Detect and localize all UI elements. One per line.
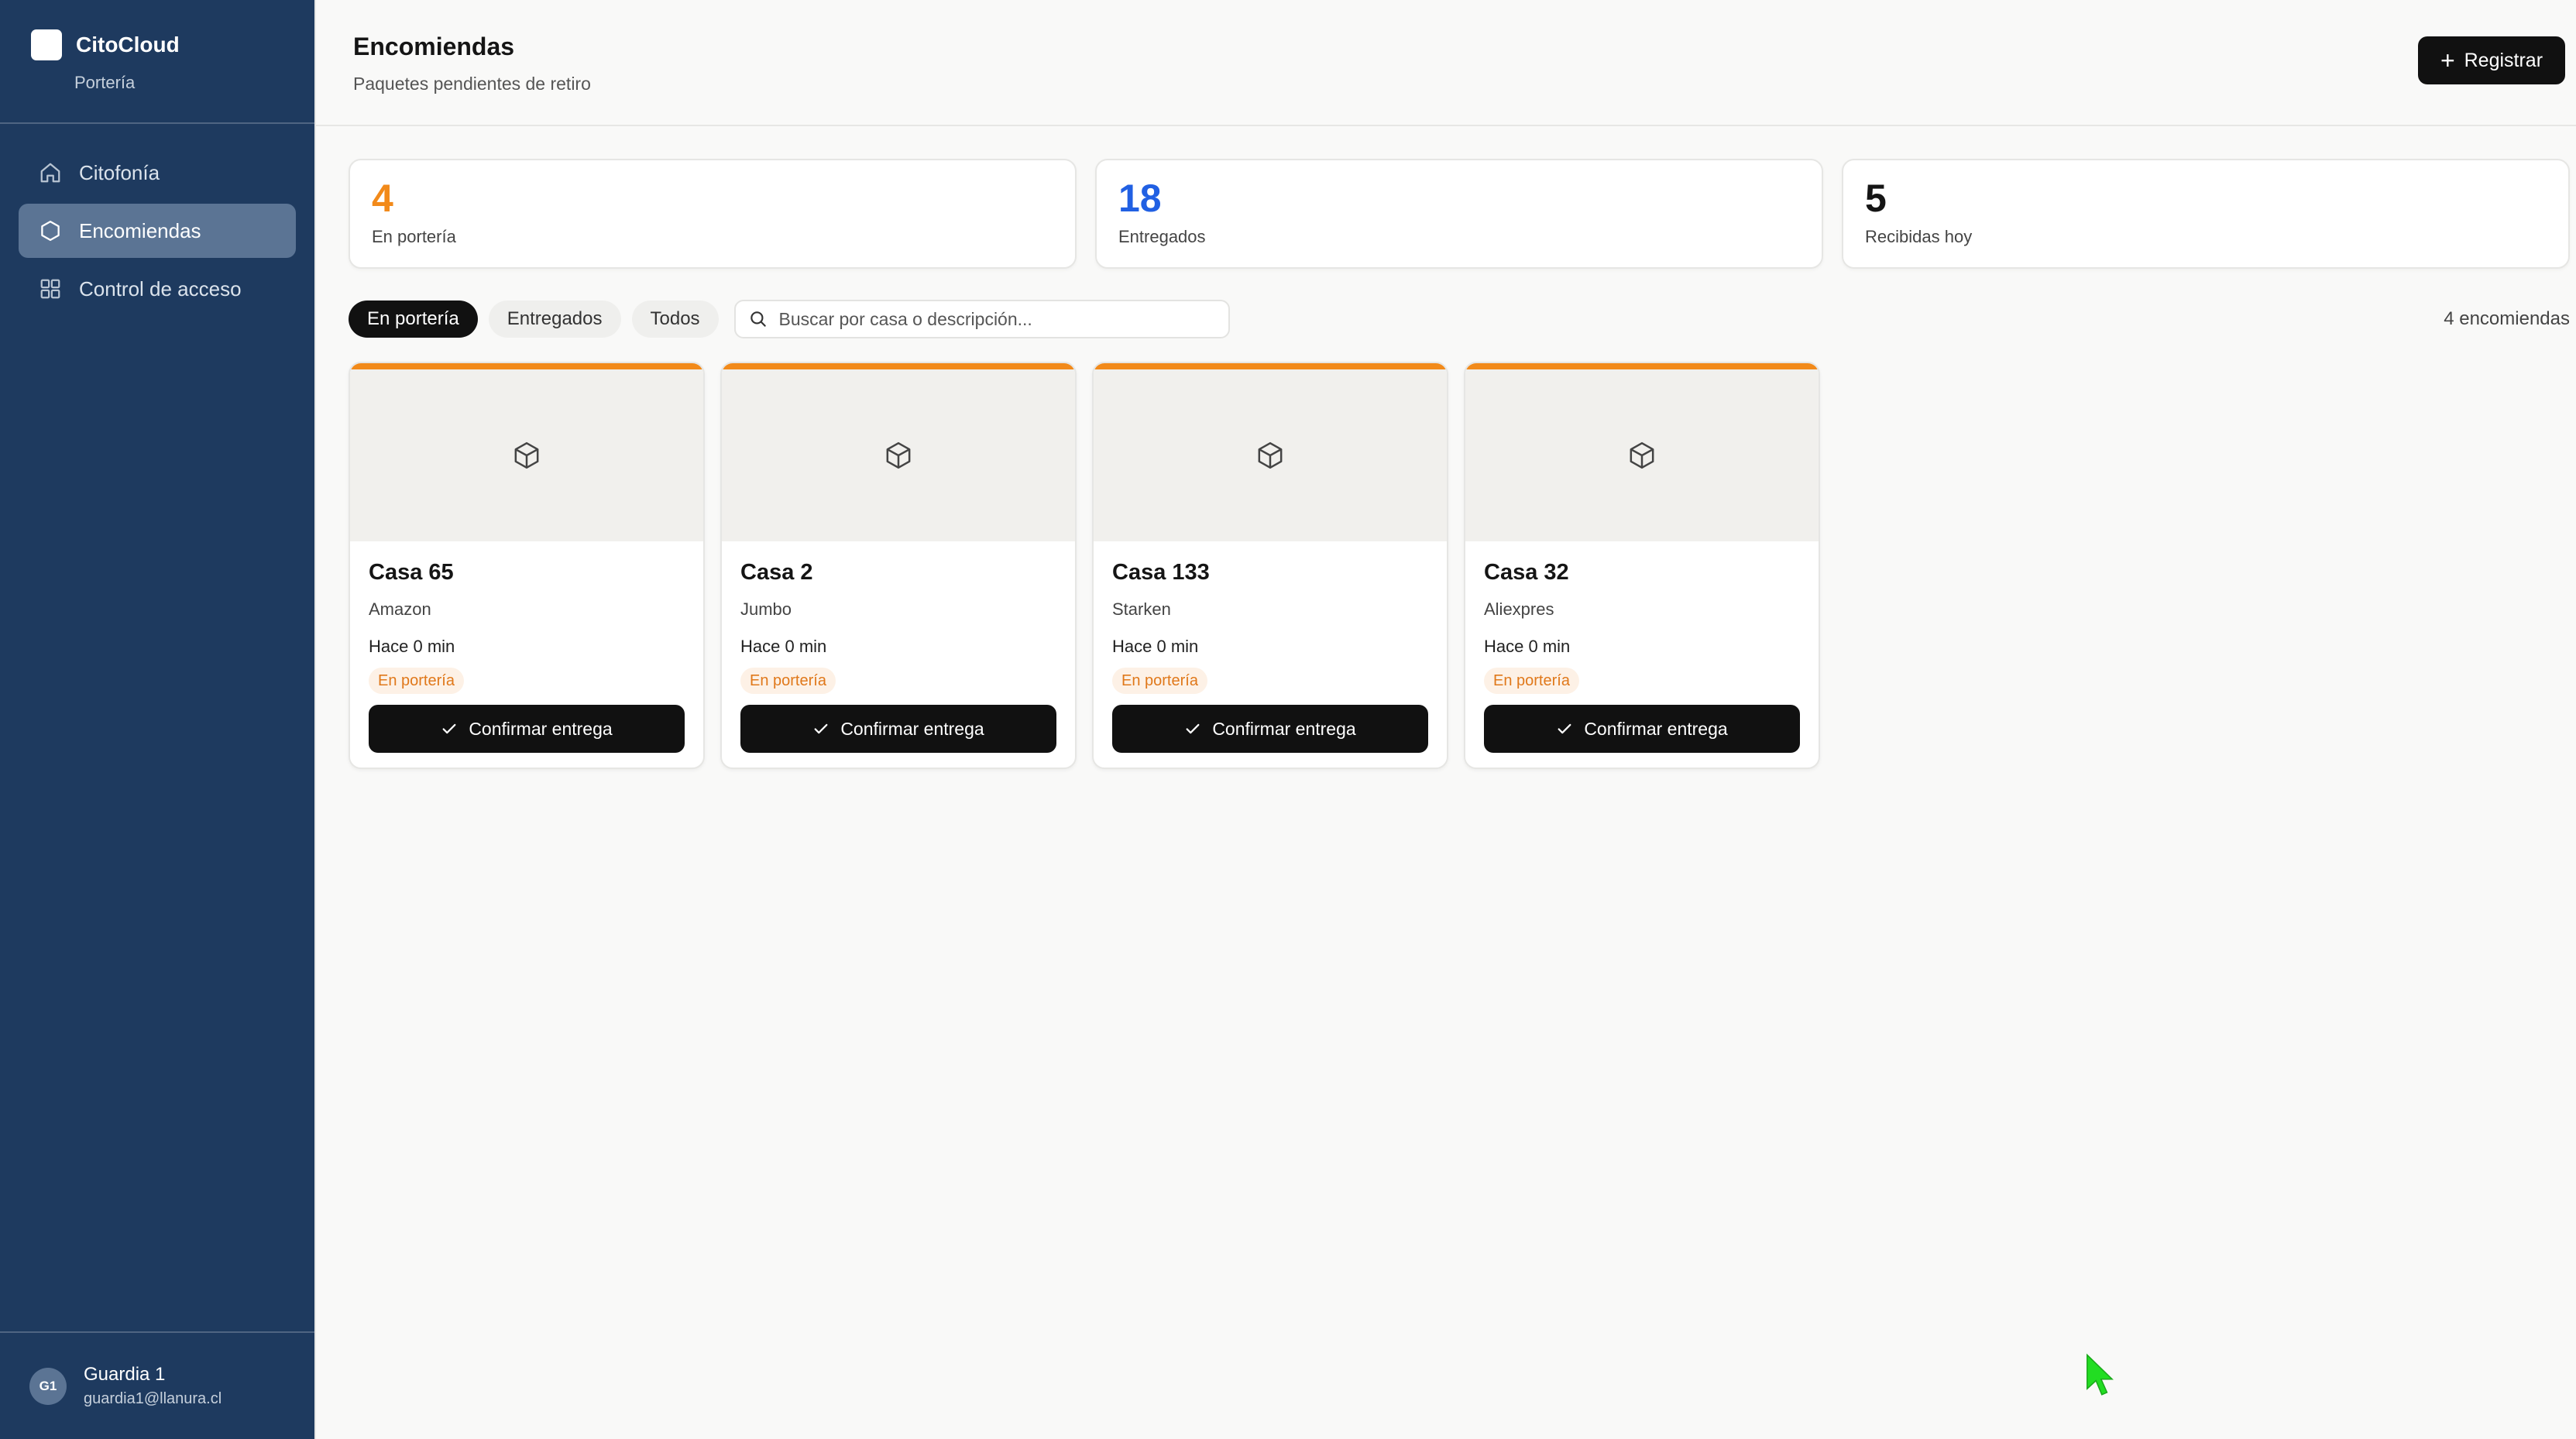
package-card: Casa 2 Jumbo Hace 0 min En portería Conf… [720, 362, 1077, 769]
check-icon [1186, 723, 1200, 734]
stat-label: En portería [372, 227, 456, 246]
package-house: Casa 32 [1484, 560, 1569, 585]
avatar: G1 [29, 1367, 67, 1405]
card-accent-bar [1094, 363, 1447, 369]
stat-card-en-porteria: 4 En portería [349, 159, 1077, 269]
brand-name: CitoCloud [76, 33, 180, 57]
stat-card-entregados: 18 Entregados [1095, 159, 1823, 269]
filter-toolbar: En portería Entregados Todos 4 encomiend… [316, 269, 2576, 338]
package-card: Casa 65 Amazon Hace 0 min En portería Co… [349, 362, 705, 769]
search-icon [750, 311, 766, 327]
check-icon [1558, 723, 1571, 734]
results-count: 4 encomiendas [2444, 308, 2570, 329]
stat-value: 4 [372, 177, 393, 220]
home-icon [39, 161, 62, 184]
stat-label: Entregados [1118, 227, 1206, 246]
sidebar-item-label: Control de acceso [79, 276, 242, 301]
package-carrier: Starken [1112, 599, 1171, 619]
package-icon [39, 219, 62, 242]
package-carrier: Aliexpres [1484, 599, 1554, 619]
header-text: Encomiendas Paquetes pendientes de retir… [353, 33, 591, 94]
status-badge: En portería [369, 668, 464, 694]
user-name: Guardia 1 [84, 1364, 166, 1385]
sidebar-item-encomiendas[interactable]: Encomiendas [19, 204, 296, 258]
card-image-placeholder [722, 369, 1075, 541]
mouse-cursor-icon [2087, 1353, 2114, 1396]
package-house: Casa 133 [1112, 560, 1210, 585]
box-icon [1258, 441, 1283, 469]
package-house: Casa 2 [740, 560, 813, 585]
filter-tab-entregados[interactable]: Entregados [488, 301, 621, 338]
package-time: Hace 0 min [740, 637, 827, 656]
confirm-label: Confirmar entrega [1584, 718, 1728, 739]
brand-row: CitoCloud [31, 29, 283, 60]
box-icon [886, 441, 911, 469]
card-accent-bar [1465, 363, 1819, 369]
register-button[interactable]: + Registrar [2418, 36, 2565, 84]
check-icon [814, 723, 828, 734]
sidebar-item-label: Encomiendas [79, 218, 201, 242]
confirm-label: Confirmar entrega [840, 718, 984, 739]
register-label: Registrar [2464, 49, 2543, 71]
page-header: Encomiendas Paquetes pendientes de retir… [316, 0, 2576, 126]
card-image-placeholder [1094, 369, 1447, 541]
brand-subtitle: Portería [74, 73, 136, 92]
stats-row: 4 En portería 18 Entregados 5 Recibidas … [316, 126, 2576, 269]
status-badge: En portería [1112, 668, 1207, 694]
user-email: guardia1@llanura.cl [84, 1390, 222, 1407]
package-carrier: Jumbo [740, 599, 792, 619]
package-time: Hace 0 min [369, 637, 455, 656]
app-root: CitoCloud Portería Citofonía Encomiendas [0, 0, 2576, 1439]
search-input[interactable] [778, 308, 1216, 330]
package-time: Hace 0 min [1484, 637, 1571, 656]
plus-icon: + [2440, 46, 2455, 74]
user-profile[interactable]: G1 Guardia 1 guardia1@llanura.cl [0, 1331, 314, 1439]
stat-card-recibidas-hoy: 5 Recibidas hoy [1842, 159, 2570, 269]
stat-value: 5 [1865, 177, 1887, 220]
page-subtitle: Paquetes pendientes de retiro [353, 74, 591, 94]
package-card: Casa 32 Aliexpres Hace 0 min En portería… [1464, 362, 1820, 769]
card-body: Casa 32 Aliexpres Hace 0 min En portería… [1465, 541, 1819, 753]
package-time: Hace 0 min [1112, 637, 1199, 656]
user-info: Guardia 1 guardia1@llanura.cl [84, 1364, 222, 1408]
sidebar-nav: Citofonía Encomiendas Control de acceso [0, 124, 314, 1331]
confirm-delivery-button[interactable]: Confirmar entrega [1484, 705, 1800, 753]
card-accent-bar [350, 363, 703, 369]
card-accent-bar [722, 363, 1075, 369]
card-image-placeholder [1465, 369, 1819, 541]
sidebar-item-control-acceso[interactable]: Control de acceso [19, 262, 296, 316]
confirm-delivery-button[interactable]: Confirmar entrega [369, 705, 685, 753]
sidebar-item-label: Citofonía [79, 160, 160, 184]
confirm-delivery-button[interactable]: Confirmar entrega [1112, 705, 1428, 753]
filter-tab-en-porteria[interactable]: En portería [349, 301, 478, 338]
status-badge: En portería [740, 668, 836, 694]
package-house: Casa 65 [369, 560, 454, 585]
filter-tab-todos[interactable]: Todos [631, 301, 719, 338]
brand-logo [31, 29, 62, 60]
main-content: Encomiendas Paquetes pendientes de retir… [316, 0, 2576, 1439]
box-icon [1630, 441, 1654, 469]
package-grid: Casa 65 Amazon Hace 0 min En portería Co… [316, 338, 2576, 769]
package-carrier: Amazon [369, 599, 431, 619]
confirm-delivery-button[interactable]: Confirmar entrega [740, 705, 1056, 753]
card-body: Casa 2 Jumbo Hace 0 min En portería Conf… [722, 541, 1075, 753]
search-box[interactable] [733, 300, 1230, 338]
card-image-placeholder [350, 369, 703, 541]
status-badge: En portería [1484, 668, 1579, 694]
page-title: Encomiendas [353, 33, 515, 60]
grid-icon [39, 277, 62, 301]
box-icon [514, 441, 539, 469]
confirm-label: Confirmar entrega [469, 718, 613, 739]
sidebar-item-citofonia[interactable]: Citofonía [19, 146, 296, 200]
card-body: Casa 65 Amazon Hace 0 min En portería Co… [350, 541, 703, 753]
brand: CitoCloud Portería [0, 0, 314, 124]
card-body: Casa 133 Starken Hace 0 min En portería … [1094, 541, 1447, 753]
confirm-label: Confirmar entrega [1212, 718, 1356, 739]
sidebar: CitoCloud Portería Citofonía Encomiendas [0, 0, 316, 1439]
stat-value: 18 [1118, 177, 1162, 220]
check-icon [442, 723, 456, 734]
stat-label: Recibidas hoy [1865, 227, 1973, 246]
package-card: Casa 133 Starken Hace 0 min En portería … [1092, 362, 1448, 769]
